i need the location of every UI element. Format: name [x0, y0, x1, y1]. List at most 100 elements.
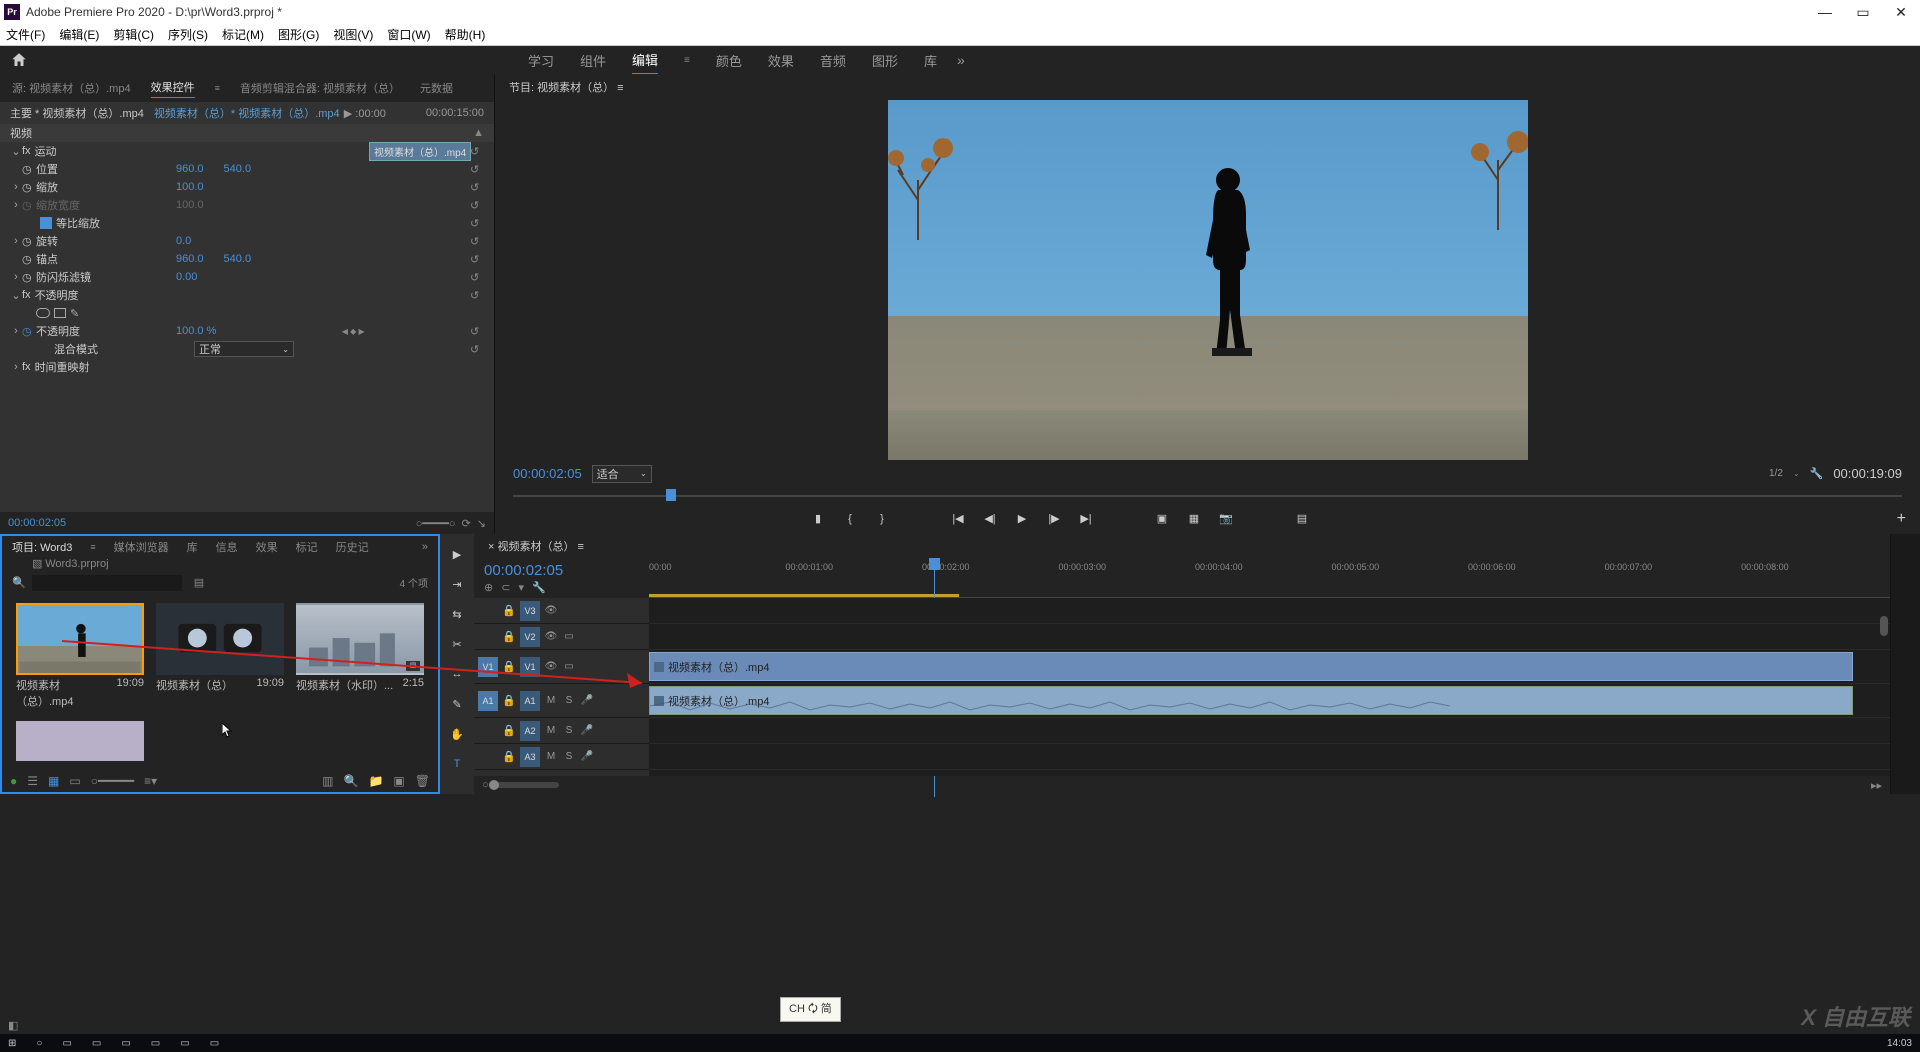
- fx-mini-clip[interactable]: 视频素材（总）.mp4: [369, 142, 471, 161]
- workspace-editing[interactable]: 编辑: [632, 46, 658, 75]
- lock-icon[interactable]: 🔒: [502, 604, 516, 617]
- add-marker-button[interactable]: ▮: [809, 510, 827, 528]
- maximize-button[interactable]: ▭: [1848, 4, 1878, 21]
- program-timecode[interactable]: 00:00:02:05: [513, 466, 582, 481]
- rw-toggle-icon[interactable]: ●: [10, 774, 17, 788]
- program-scrubber[interactable]: [513, 487, 1902, 504]
- menu-window[interactable]: 窗口(W): [387, 26, 430, 43]
- taskbar-app[interactable]: ▭: [210, 1038, 219, 1049]
- type-tool[interactable]: T: [447, 754, 467, 774]
- menu-view[interactable]: 视图(V): [333, 26, 373, 43]
- tab-sequence[interactable]: × 视频素材（总） ≡: [488, 538, 584, 554]
- tab-source[interactable]: 源: 视频素材（总）.mp4: [12, 80, 131, 96]
- anchor-x[interactable]: 960.0: [176, 253, 204, 265]
- fx-group-opacity[interactable]: 不透明度: [35, 287, 175, 303]
- taskbar-clock[interactable]: 14:03: [1887, 1038, 1912, 1049]
- chevron-down-icon[interactable]: ⌄: [10, 289, 22, 302]
- track-target[interactable]: V2: [520, 627, 540, 647]
- track-target[interactable]: V3: [520, 601, 540, 621]
- ripple-edit-tool[interactable]: ⇆: [447, 604, 467, 624]
- tab-project[interactable]: 项目: Word3: [12, 539, 72, 555]
- tab-effects[interactable]: 效果: [256, 539, 278, 555]
- tab-metadata[interactable]: 元数据: [420, 80, 453, 96]
- menu-edit[interactable]: 编辑(E): [59, 26, 99, 43]
- menu-sequence[interactable]: 序列(S): [168, 26, 208, 43]
- source-patch[interactable]: A1: [478, 691, 498, 711]
- tab-history[interactable]: 历史记: [336, 539, 369, 555]
- home-icon[interactable]: [10, 51, 28, 69]
- eye-icon[interactable]: 👁: [544, 631, 558, 642]
- track-head-a2[interactable]: 🔒A2MS🎤: [474, 718, 649, 744]
- menu-help[interactable]: 帮助(H): [445, 26, 486, 43]
- linked-selection-icon[interactable]: ⊂: [501, 581, 510, 594]
- tabs-overflow-icon[interactable]: »: [422, 541, 428, 553]
- minimize-button[interactable]: —: [1810, 4, 1840, 21]
- reset-icon[interactable]: ↺: [470, 325, 484, 338]
- tab-effect-controls[interactable]: 效果控件: [151, 79, 195, 98]
- timeline-settings-icon[interactable]: 🔧: [532, 581, 546, 594]
- workspace-overflow-icon[interactable]: »: [957, 52, 965, 68]
- opacity-value[interactable]: 100.0 %: [176, 325, 216, 337]
- workspace-library[interactable]: 库: [924, 47, 937, 74]
- stopwatch-icon[interactable]: ◷: [22, 253, 36, 266]
- taskbar-app[interactable]: ▭: [151, 1038, 160, 1049]
- bin-item[interactable]: ▤ 视频素材（水印）...2:15: [296, 603, 424, 709]
- add-marker-icon[interactable]: ▾: [518, 581, 524, 594]
- lock-icon[interactable]: 🔒: [502, 724, 516, 737]
- taskbar-search-icon[interactable]: ○: [36, 1038, 42, 1049]
- timeline-timecode[interactable]: 00:00:02:05: [484, 562, 639, 579]
- automate-icon[interactable]: ▥: [322, 774, 333, 788]
- mute-button[interactable]: M: [544, 751, 558, 762]
- selection-tool[interactable]: ▶: [447, 544, 467, 564]
- position-y[interactable]: 540.0: [224, 163, 252, 175]
- start-button[interactable]: ⊞: [8, 1038, 16, 1049]
- fx-zoom-slider[interactable]: ○━━━━○: [416, 517, 456, 530]
- pen-tool[interactable]: ✎: [447, 694, 467, 714]
- track-head-a3[interactable]: 🔒A3MS🎤: [474, 744, 649, 770]
- track-head-v3[interactable]: 🔒V3👁: [474, 598, 649, 624]
- solo-button[interactable]: S: [562, 695, 576, 706]
- workspace-learn[interactable]: 学习: [528, 47, 554, 74]
- fit-select[interactable]: 适合⌄: [592, 465, 652, 483]
- comparison-view-button[interactable]: ▤: [1293, 510, 1311, 528]
- stopwatch-icon[interactable]: ◷: [22, 325, 36, 338]
- fx-timecode[interactable]: 00:00:02:05: [8, 517, 66, 529]
- scale-value[interactable]: 100.0: [176, 181, 204, 193]
- taskbar-app[interactable]: ▭: [180, 1038, 189, 1049]
- chevron-down-icon[interactable]: ⌄: [10, 145, 22, 158]
- tab-info[interactable]: 信息: [216, 539, 238, 555]
- reset-icon[interactable]: ↺: [470, 343, 484, 356]
- lock-icon[interactable]: 🔒: [502, 660, 516, 673]
- go-to-in-button[interactable]: |◀: [949, 510, 967, 528]
- bin-thumbnail[interactable]: [16, 603, 144, 675]
- new-item-button[interactable]: ▣: [393, 774, 404, 788]
- mute-button[interactable]: M: [544, 725, 558, 736]
- button-editor-icon[interactable]: +: [1897, 510, 1906, 528]
- fx-group-motion[interactable]: 运动: [35, 143, 175, 159]
- timeline-nav-icon[interactable]: ▸▸: [1871, 779, 1882, 792]
- workspace-graphics[interactable]: 图形: [872, 47, 898, 74]
- menu-file[interactable]: 文件(F): [6, 26, 45, 43]
- menu-marker[interactable]: 标记(M): [222, 26, 264, 43]
- icon-view-icon[interactable]: ▦: [48, 774, 59, 788]
- rotation-value[interactable]: 0.0: [176, 235, 191, 247]
- track-target[interactable]: A1: [520, 691, 540, 711]
- lift-button[interactable]: ▣: [1153, 510, 1171, 528]
- stopwatch-icon[interactable]: ◷: [22, 235, 36, 248]
- bin-item[interactable]: 视频素材（总）.mp419:09: [16, 603, 144, 709]
- video-clip[interactable]: 视频素材（总）.mp4: [649, 652, 1853, 681]
- zoom-slider[interactable]: ○━━━━━: [91, 774, 134, 788]
- track-head-v2[interactable]: 🔒V2👁▭: [474, 624, 649, 650]
- lane-a1[interactable]: 视频素材（总）.mp4: [649, 684, 1890, 718]
- delete-button[interactable]: 🗑: [415, 774, 430, 788]
- menu-clip[interactable]: 剪辑(C): [113, 26, 154, 43]
- step-back-button[interactable]: ◀|: [981, 510, 999, 528]
- slip-tool[interactable]: ↔: [447, 664, 467, 684]
- blend-mode-select[interactable]: 正常⌄: [194, 341, 294, 357]
- program-monitor[interactable]: [495, 100, 1920, 460]
- fx-master-clip[interactable]: 主要 * 视频素材（总）.mp4: [10, 105, 144, 121]
- solo-button[interactable]: S: [562, 725, 576, 736]
- razor-tool[interactable]: ✂: [447, 634, 467, 654]
- source-patch[interactable]: V1: [478, 657, 498, 677]
- mask-rect-icon[interactable]: [54, 308, 66, 318]
